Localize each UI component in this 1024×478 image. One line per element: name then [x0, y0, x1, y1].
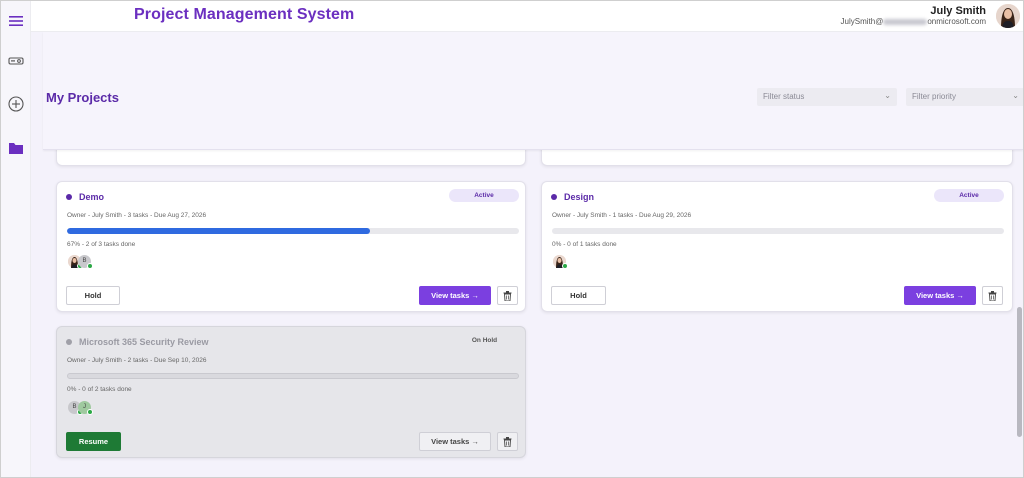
trash-icon — [503, 290, 512, 301]
view-tasks-button[interactable]: View tasks → — [904, 286, 976, 305]
progress-text: 0% - 0 of 2 tasks done — [67, 386, 132, 393]
member-avatar[interactable] — [553, 255, 568, 269]
chevron-down-icon: ⌄ — [884, 91, 891, 100]
user-email-suffix: onmicrosoft.com — [927, 17, 986, 26]
member-initial: B — [82, 258, 87, 264]
status-badge: Active — [449, 189, 519, 202]
projector-icon[interactable] — [7, 52, 25, 70]
status-badge: Active — [934, 189, 1004, 202]
project-title: Design — [564, 192, 595, 202]
progress-text: 67% - 2 of 3 tasks done — [67, 241, 136, 248]
sidebar — [1, 1, 31, 477]
main-content: My Projects Filter status ⌄ Filter prior… — [31, 32, 1023, 477]
project-meta: Owner - July Smith - 2 tasks - Due Sep 1… — [67, 357, 207, 364]
top-bar: Project Management System July Smith Jul… — [1, 1, 1023, 32]
member-avatars — [553, 255, 568, 269]
project-meta: Owner - July Smith - 1 tasks - Due Aug 2… — [552, 212, 692, 219]
member-avatar[interactable]: B — [78, 255, 93, 269]
project-card[interactable]: Design Active Owner - July Smith - 1 tas… — [541, 181, 1013, 312]
hold-button[interactable]: Hold — [66, 286, 120, 305]
trash-icon — [503, 436, 512, 447]
project-meta: Owner - July Smith - 3 tasks - Due Aug 2… — [67, 212, 207, 219]
status-filter-select[interactable]: Filter status ⌄ — [757, 88, 897, 106]
project-title: Demo — [79, 192, 105, 202]
project-card[interactable]: Demo Active Owner - July Smith - 3 tasks… — [56, 181, 526, 312]
user-email-prefix: JulySmith@ — [840, 17, 884, 26]
progress-text: 0% - 0 of 1 tasks done — [552, 241, 617, 248]
progress-bar — [67, 373, 519, 379]
priority-filter-select[interactable]: Filter priority ⌄ — [906, 88, 1023, 106]
resume-button[interactable]: Resume — [66, 432, 121, 451]
progress-fill — [67, 228, 370, 234]
hold-button[interactable]: Hold — [551, 286, 606, 305]
status-dot — [66, 194, 72, 200]
status-dot — [551, 194, 557, 200]
app-window: Project Management System July Smith Jul… — [0, 0, 1024, 478]
view-tasks-button[interactable]: View tasks → — [419, 286, 491, 305]
folder-icon[interactable] — [7, 139, 25, 157]
delete-button[interactable] — [982, 286, 1003, 305]
member-avatars: B J — [68, 401, 93, 415]
add-circle-icon[interactable] — [7, 95, 25, 113]
priority-filter-placeholder: Filter priority — [912, 92, 957, 101]
chevron-down-icon: ⌄ — [1012, 91, 1019, 100]
delete-button[interactable] — [497, 432, 518, 451]
user-name: July Smith — [930, 5, 986, 17]
menu-icon[interactable] — [7, 12, 25, 30]
user-avatar[interactable] — [996, 4, 1020, 28]
status-filter-placeholder: Filter status — [763, 92, 805, 101]
presence-icon — [562, 263, 568, 269]
status-badge: On Hold — [471, 337, 498, 344]
member-initial: J — [83, 404, 86, 410]
user-email: JulySmith@ onmicrosoft.com — [841, 17, 986, 26]
scrollbar-thumb[interactable] — [1017, 307, 1022, 437]
redacted-text — [883, 18, 928, 25]
member-avatar[interactable]: J — [78, 401, 93, 415]
progress-bar — [552, 228, 1004, 234]
app-title: Project Management System — [134, 6, 355, 23]
project-title: Microsoft 365 Security Review — [79, 337, 209, 347]
page-header: My Projects Filter status ⌄ Filter prior… — [43, 32, 1023, 150]
presence-icon — [87, 409, 93, 415]
progress-bar — [67, 228, 519, 234]
member-avatars: B — [68, 255, 93, 269]
member-initial: B — [72, 404, 77, 410]
page-title: My Projects — [46, 90, 119, 105]
trash-icon — [988, 290, 997, 301]
project-card[interactable]: Microsoft 365 Security Review On Hold Ow… — [56, 326, 526, 458]
presence-icon — [87, 263, 93, 269]
status-dot — [66, 339, 72, 345]
view-tasks-button[interactable]: View tasks → — [419, 432, 491, 451]
delete-button[interactable] — [497, 286, 518, 305]
